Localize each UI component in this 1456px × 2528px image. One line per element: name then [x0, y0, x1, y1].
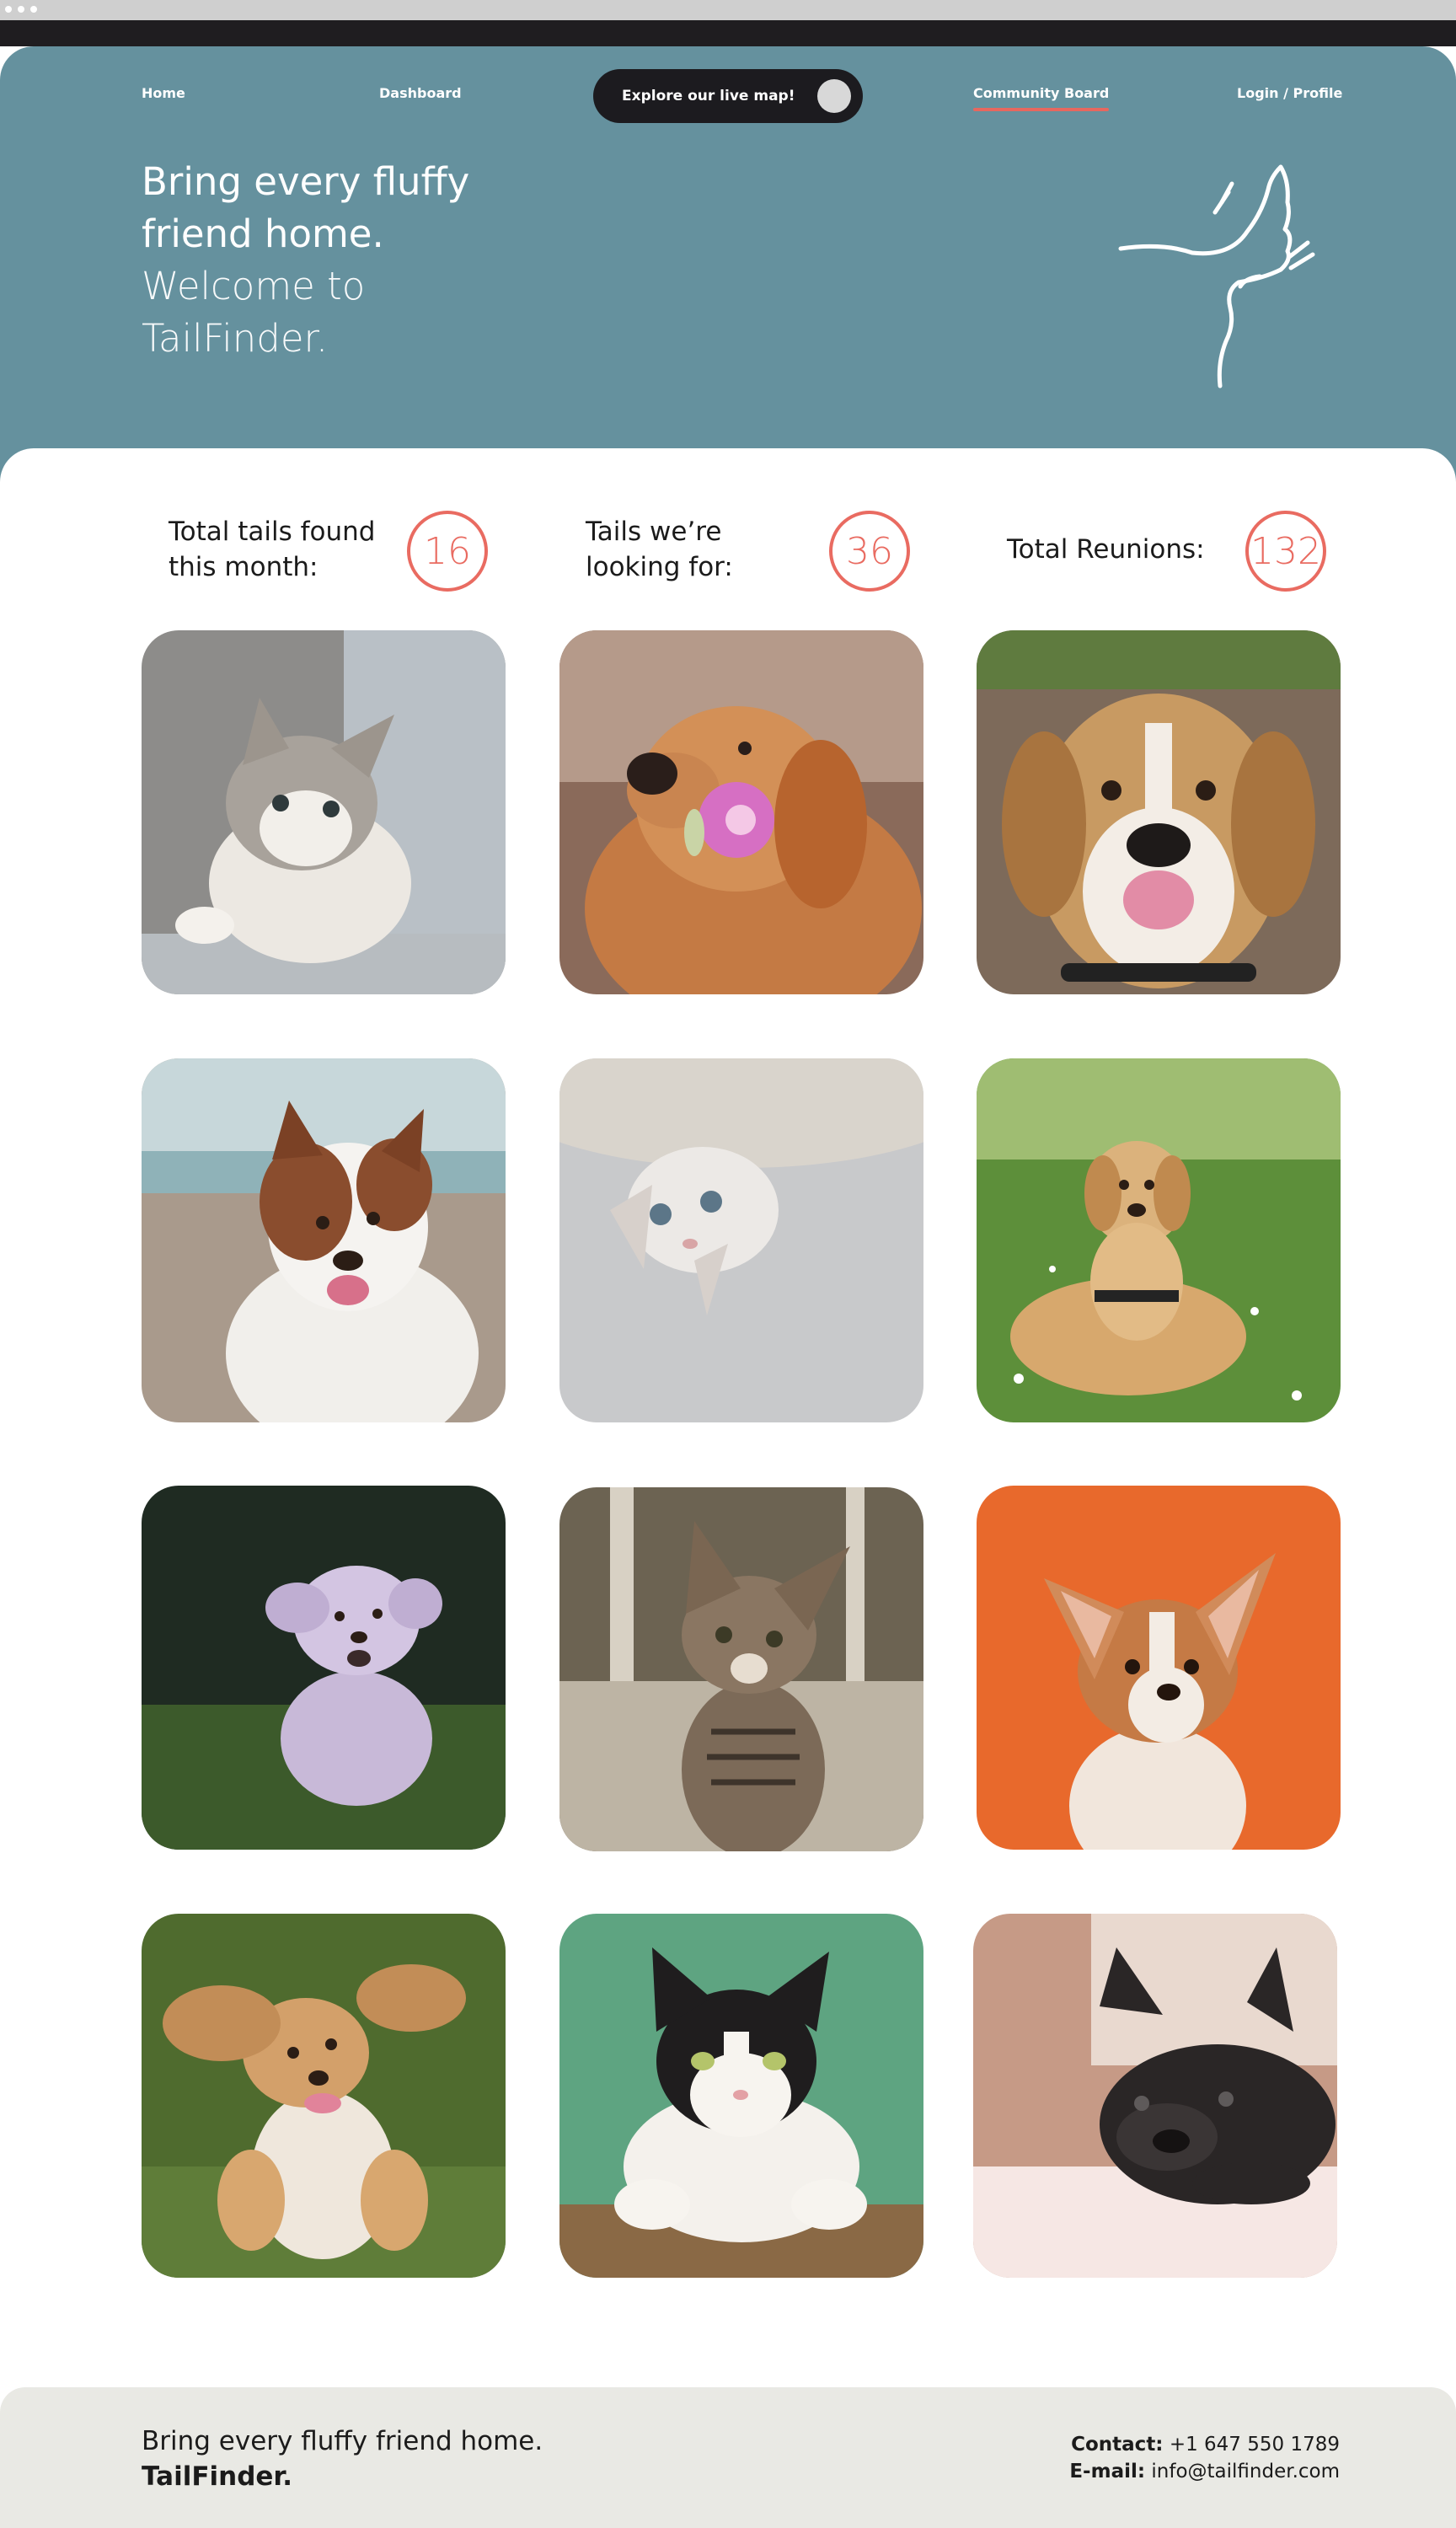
- live-map-toggle[interactable]: Explore our live map!: [593, 69, 863, 123]
- upside-down-kitten-photo: [559, 1058, 923, 1422]
- nav-login-profile-link[interactable]: Login / Profile: [1237, 85, 1342, 101]
- nav-dashboard-link[interactable]: Dashboard: [379, 85, 462, 101]
- live-map-toggle-label: Explore our live map!: [622, 88, 795, 104]
- stat-label: Total tails found this month:: [169, 517, 376, 582]
- footer-contact-block: Contact: +1 647 550 1789 E-mail: info@ta…: [1069, 2431, 1340, 2485]
- footer-email-row: E-mail: info@tailfinder.com: [1069, 2458, 1340, 2485]
- golden-retriever-grass-photo: [977, 1058, 1341, 1422]
- pet-card-tabby-kitten[interactable]: [559, 1487, 923, 1851]
- pet-card-kitten-grey[interactable]: [142, 630, 506, 994]
- cocker-spaniel-photo: [142, 1914, 506, 2278]
- main-content: Total tails found this month: 16 Tails w…: [0, 448, 1456, 2386]
- window-minimize-dot[interactable]: [18, 6, 24, 13]
- stat-count-badge: 16: [407, 511, 488, 592]
- browser-titlebar: [0, 0, 1456, 20]
- stat-label: Tails we’re looking for:: [586, 517, 733, 582]
- contact-phone[interactable]: +1 647 550 1789: [1170, 2434, 1340, 2456]
- stat-tails-found: Total tails found this month: 16: [169, 507, 489, 592]
- corgi-puppy-photo: [977, 1486, 1341, 1850]
- kitten-photo: [142, 630, 506, 994]
- pet-card-beagle[interactable]: [977, 630, 1341, 994]
- tabby-kitten-photo: [559, 1487, 923, 1851]
- golden-retriever-photo: [559, 630, 923, 994]
- australian-shepherd-photo: [142, 1058, 506, 1422]
- pet-card-upside-kitten[interactable]: [559, 1058, 923, 1422]
- tail-logo-icon: [1118, 164, 1315, 388]
- pet-card-golden-flower[interactable]: [559, 630, 923, 994]
- stat-label: Total Reunions:: [1007, 534, 1205, 565]
- pet-card-tuxedo-cat[interactable]: [559, 1914, 923, 2278]
- footer-tagline: Bring every fluffy friend home.: [142, 2426, 543, 2456]
- pet-card-aussie[interactable]: [142, 1058, 506, 1422]
- pet-card-golden-grass[interactable]: [977, 1058, 1341, 1422]
- nav-home-link[interactable]: Home: [142, 85, 185, 101]
- footer-brand-block: Bring every fluffy friend home. TailFind…: [142, 2424, 543, 2494]
- nav-community-board-link[interactable]: Community Board: [973, 85, 1110, 111]
- running-puppy-photo: [142, 1486, 506, 1850]
- pet-card-corgi[interactable]: [977, 1486, 1341, 1850]
- email-label: E-mail:: [1069, 2461, 1146, 2482]
- window-close-dot[interactable]: [5, 6, 12, 13]
- window-controls[interactable]: [5, 6, 37, 13]
- window-maximize-dot[interactable]: [30, 6, 37, 13]
- stat-count-badge: 36: [829, 511, 910, 592]
- stat-total-reunions: Total Reunions: 132: [1007, 507, 1327, 592]
- stat-tails-looking: Tails we’re looking for: 36: [586, 507, 910, 592]
- pet-card-spaniel[interactable]: [142, 1914, 506, 2278]
- french-bulldog-photo: [973, 1914, 1337, 2278]
- pet-card-frenchie[interactable]: [973, 1914, 1337, 2278]
- stat-count-badge: 132: [1245, 511, 1326, 592]
- browser-toolbar: [0, 20, 1456, 46]
- contact-email-link[interactable]: info@tailfinder.com: [1151, 2461, 1340, 2482]
- toggle-knob[interactable]: [817, 79, 851, 113]
- site-header: Home Dashboard Explore our live map! Com…: [0, 46, 1456, 485]
- hero-heading: Bring every fluffy friend home. Welcome …: [142, 156, 529, 365]
- site-footer: Bring every fluffy friend home. TailFind…: [0, 2387, 1456, 2528]
- beagle-photo: [977, 630, 1341, 994]
- hero-line-primary: Bring every fluffy friend home.: [142, 159, 470, 256]
- black-white-cat-photo: [559, 1914, 923, 2278]
- pet-card-lavender-puppy[interactable]: [142, 1486, 506, 1850]
- footer-brand-name: TailFinder.: [142, 2461, 293, 2492]
- contact-label: Contact:: [1071, 2434, 1164, 2456]
- hero-line-secondary: Welcome to TailFinder.: [142, 264, 366, 361]
- footer-phone-row: Contact: +1 647 550 1789: [1069, 2431, 1340, 2458]
